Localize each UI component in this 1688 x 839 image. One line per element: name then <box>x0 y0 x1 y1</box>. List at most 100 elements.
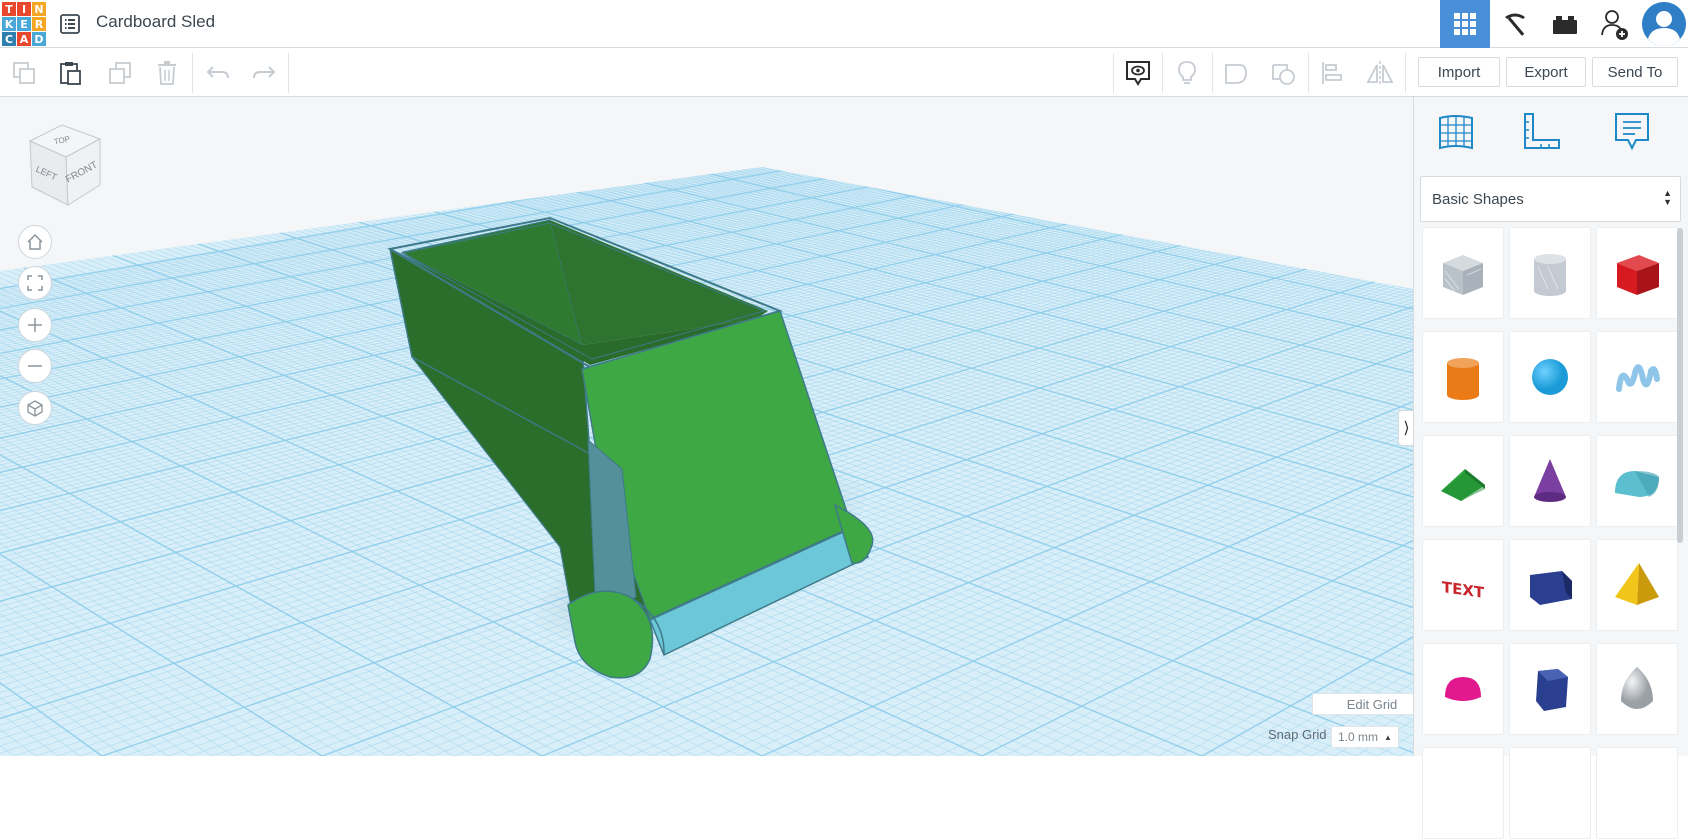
shape-half-sphere[interactable] <box>1422 643 1504 735</box>
shape-category-select[interactable]: Basic Shapes ▲ ▼ <box>1420 176 1681 222</box>
align-icon <box>1322 62 1342 84</box>
scribble-icon <box>1616 364 1660 392</box>
paste-button[interactable] <box>54 57 86 89</box>
shape-category-value: Basic Shapes <box>1432 190 1524 208</box>
ruler-icon <box>1524 113 1560 149</box>
shape-tile-offscreen[interactable] <box>1596 747 1678 839</box>
logo-letter: D <box>32 32 46 46</box>
group-icon <box>1225 64 1247 84</box>
shapes-scrollbar[interactable] <box>1677 228 1683 543</box>
logo-letter: A <box>17 32 31 46</box>
shape-tile-offscreen[interactable] <box>1509 747 1591 839</box>
add-user-icon <box>1601 10 1628 40</box>
panel-collapse-toggle[interactable]: ⟩ <box>1398 410 1413 446</box>
shape-cylinder-hole[interactable] <box>1509 227 1591 319</box>
export-button[interactable]: Export <box>1506 57 1586 87</box>
fit-view-button[interactable] <box>18 266 52 300</box>
shape-sphere[interactable] <box>1509 331 1591 423</box>
cylinder-icon <box>1447 358 1479 400</box>
delete-button[interactable] <box>151 57 183 89</box>
logo-letter: R <box>32 17 46 31</box>
shapes-panel: Basic Shapes ▲ ▼ TEXT <box>1413 97 1688 839</box>
notes-toggle-button[interactable] <box>1122 57 1154 89</box>
notes-icon <box>1126 61 1150 86</box>
import-button[interactable]: Import <box>1418 57 1500 87</box>
zoom-in-icon <box>28 318 42 332</box>
brick-icon <box>1553 16 1577 34</box>
edit-toolbar: Import Export Send To <box>0 49 1688 97</box>
document-title[interactable]: Cardboard Sled <box>96 12 215 32</box>
redo-button[interactable] <box>248 57 280 89</box>
ungroup-button[interactable] <box>1268 57 1300 89</box>
shape-box-hole[interactable] <box>1422 227 1504 319</box>
pickaxe-icon <box>1505 13 1525 36</box>
duplicate-button[interactable] <box>104 57 136 89</box>
codeblocks-button[interactable] <box>1490 0 1540 48</box>
snap-grid-value: 1.0 mm <box>1338 730 1379 744</box>
wedge-icon <box>1530 571 1572 605</box>
avatar-icon <box>1642 2 1686 46</box>
perspective-button[interactable] <box>18 391 52 425</box>
home-icon <box>27 233 43 250</box>
half-sphere-icon <box>1445 677 1481 701</box>
send-to-button[interactable]: Send To <box>1592 57 1678 87</box>
edit-grid-button[interactable]: Edit Grid <box>1312 693 1413 715</box>
workplane-icon <box>1439 115 1473 150</box>
view-cube[interactable]: TOP LEFT FRONT <box>22 119 106 209</box>
shape-roof[interactable] <box>1422 435 1504 527</box>
header-nav <box>1440 0 1688 48</box>
caret-up-icon: ▲ <box>1384 732 1392 742</box>
show-all-button[interactable] <box>1171 57 1203 89</box>
invite-user-button[interactable] <box>1590 0 1640 48</box>
logo-letter: I <box>17 2 31 16</box>
snap-grid-label: Snap Grid <box>1268 727 1327 742</box>
undo-icon <box>206 66 229 79</box>
delete-icon <box>158 61 176 85</box>
workplane-viewport[interactable]: TOP LEFT FRONT ⟩ Edit Grid Snap Grid 1.0… <box>0 97 1413 756</box>
shape-tile-offscreen[interactable] <box>1422 747 1504 839</box>
copy-button[interactable] <box>8 57 40 89</box>
mirror-button[interactable] <box>1364 57 1396 89</box>
shape-box[interactable] <box>1596 227 1678 319</box>
redo-icon <box>253 66 276 79</box>
shape-round-roof[interactable] <box>1596 435 1678 527</box>
cylinder-hole-icon <box>1534 254 1566 296</box>
logo-letter: N <box>32 2 46 16</box>
box-icon <box>1617 255 1659 295</box>
shape-polygon[interactable] <box>1509 643 1591 735</box>
shape-pyramid[interactable] <box>1596 539 1678 631</box>
notes-tool-button[interactable] <box>1610 109 1654 153</box>
shape-paraboloid[interactable] <box>1596 643 1678 735</box>
align-button[interactable] <box>1316 57 1348 89</box>
zoom-out-button[interactable] <box>18 349 52 383</box>
shape-cylinder[interactable] <box>1422 331 1504 423</box>
group-button[interactable] <box>1220 57 1252 89</box>
copy-icon <box>13 62 35 84</box>
design-list-icon[interactable] <box>58 12 82 36</box>
box-hole-icon <box>1443 255 1483 295</box>
text-icon: TEXT <box>1442 578 1485 602</box>
cone-icon <box>1534 459 1566 502</box>
select-arrows-icon: ▲ ▼ <box>1663 188 1672 207</box>
duplicate-icon <box>109 62 131 84</box>
polygon-icon <box>1536 669 1568 711</box>
tinkercad-logo[interactable]: TIN KER CAD <box>2 2 46 46</box>
snap-grid-select[interactable]: 1.0 mm ▲ <box>1331 726 1399 748</box>
ruler-tool-button[interactable] <box>1520 109 1564 153</box>
profile-avatar[interactable] <box>1640 0 1688 48</box>
zoom-in-button[interactable] <box>18 308 52 342</box>
workplane-tool-button[interactable] <box>1434 109 1478 153</box>
bricks-button[interactable] <box>1540 0 1590 48</box>
shape-text[interactable]: TEXT <box>1422 539 1504 631</box>
shape-scribble[interactable] <box>1596 331 1678 423</box>
3d-scene[interactable] <box>0 97 1413 756</box>
3d-design-button[interactable] <box>1440 0 1490 48</box>
perspective-icon <box>27 400 43 417</box>
undo-button[interactable] <box>202 57 234 89</box>
top-bar: TIN KER CAD Cardboard Sled <box>0 0 1688 48</box>
shape-cone[interactable] <box>1509 435 1591 527</box>
home-view-button[interactable] <box>18 225 52 259</box>
lightbulb-icon <box>1178 61 1196 84</box>
chevron-right-icon: ⟩ <box>1403 420 1410 437</box>
shape-wedge[interactable] <box>1509 539 1591 631</box>
